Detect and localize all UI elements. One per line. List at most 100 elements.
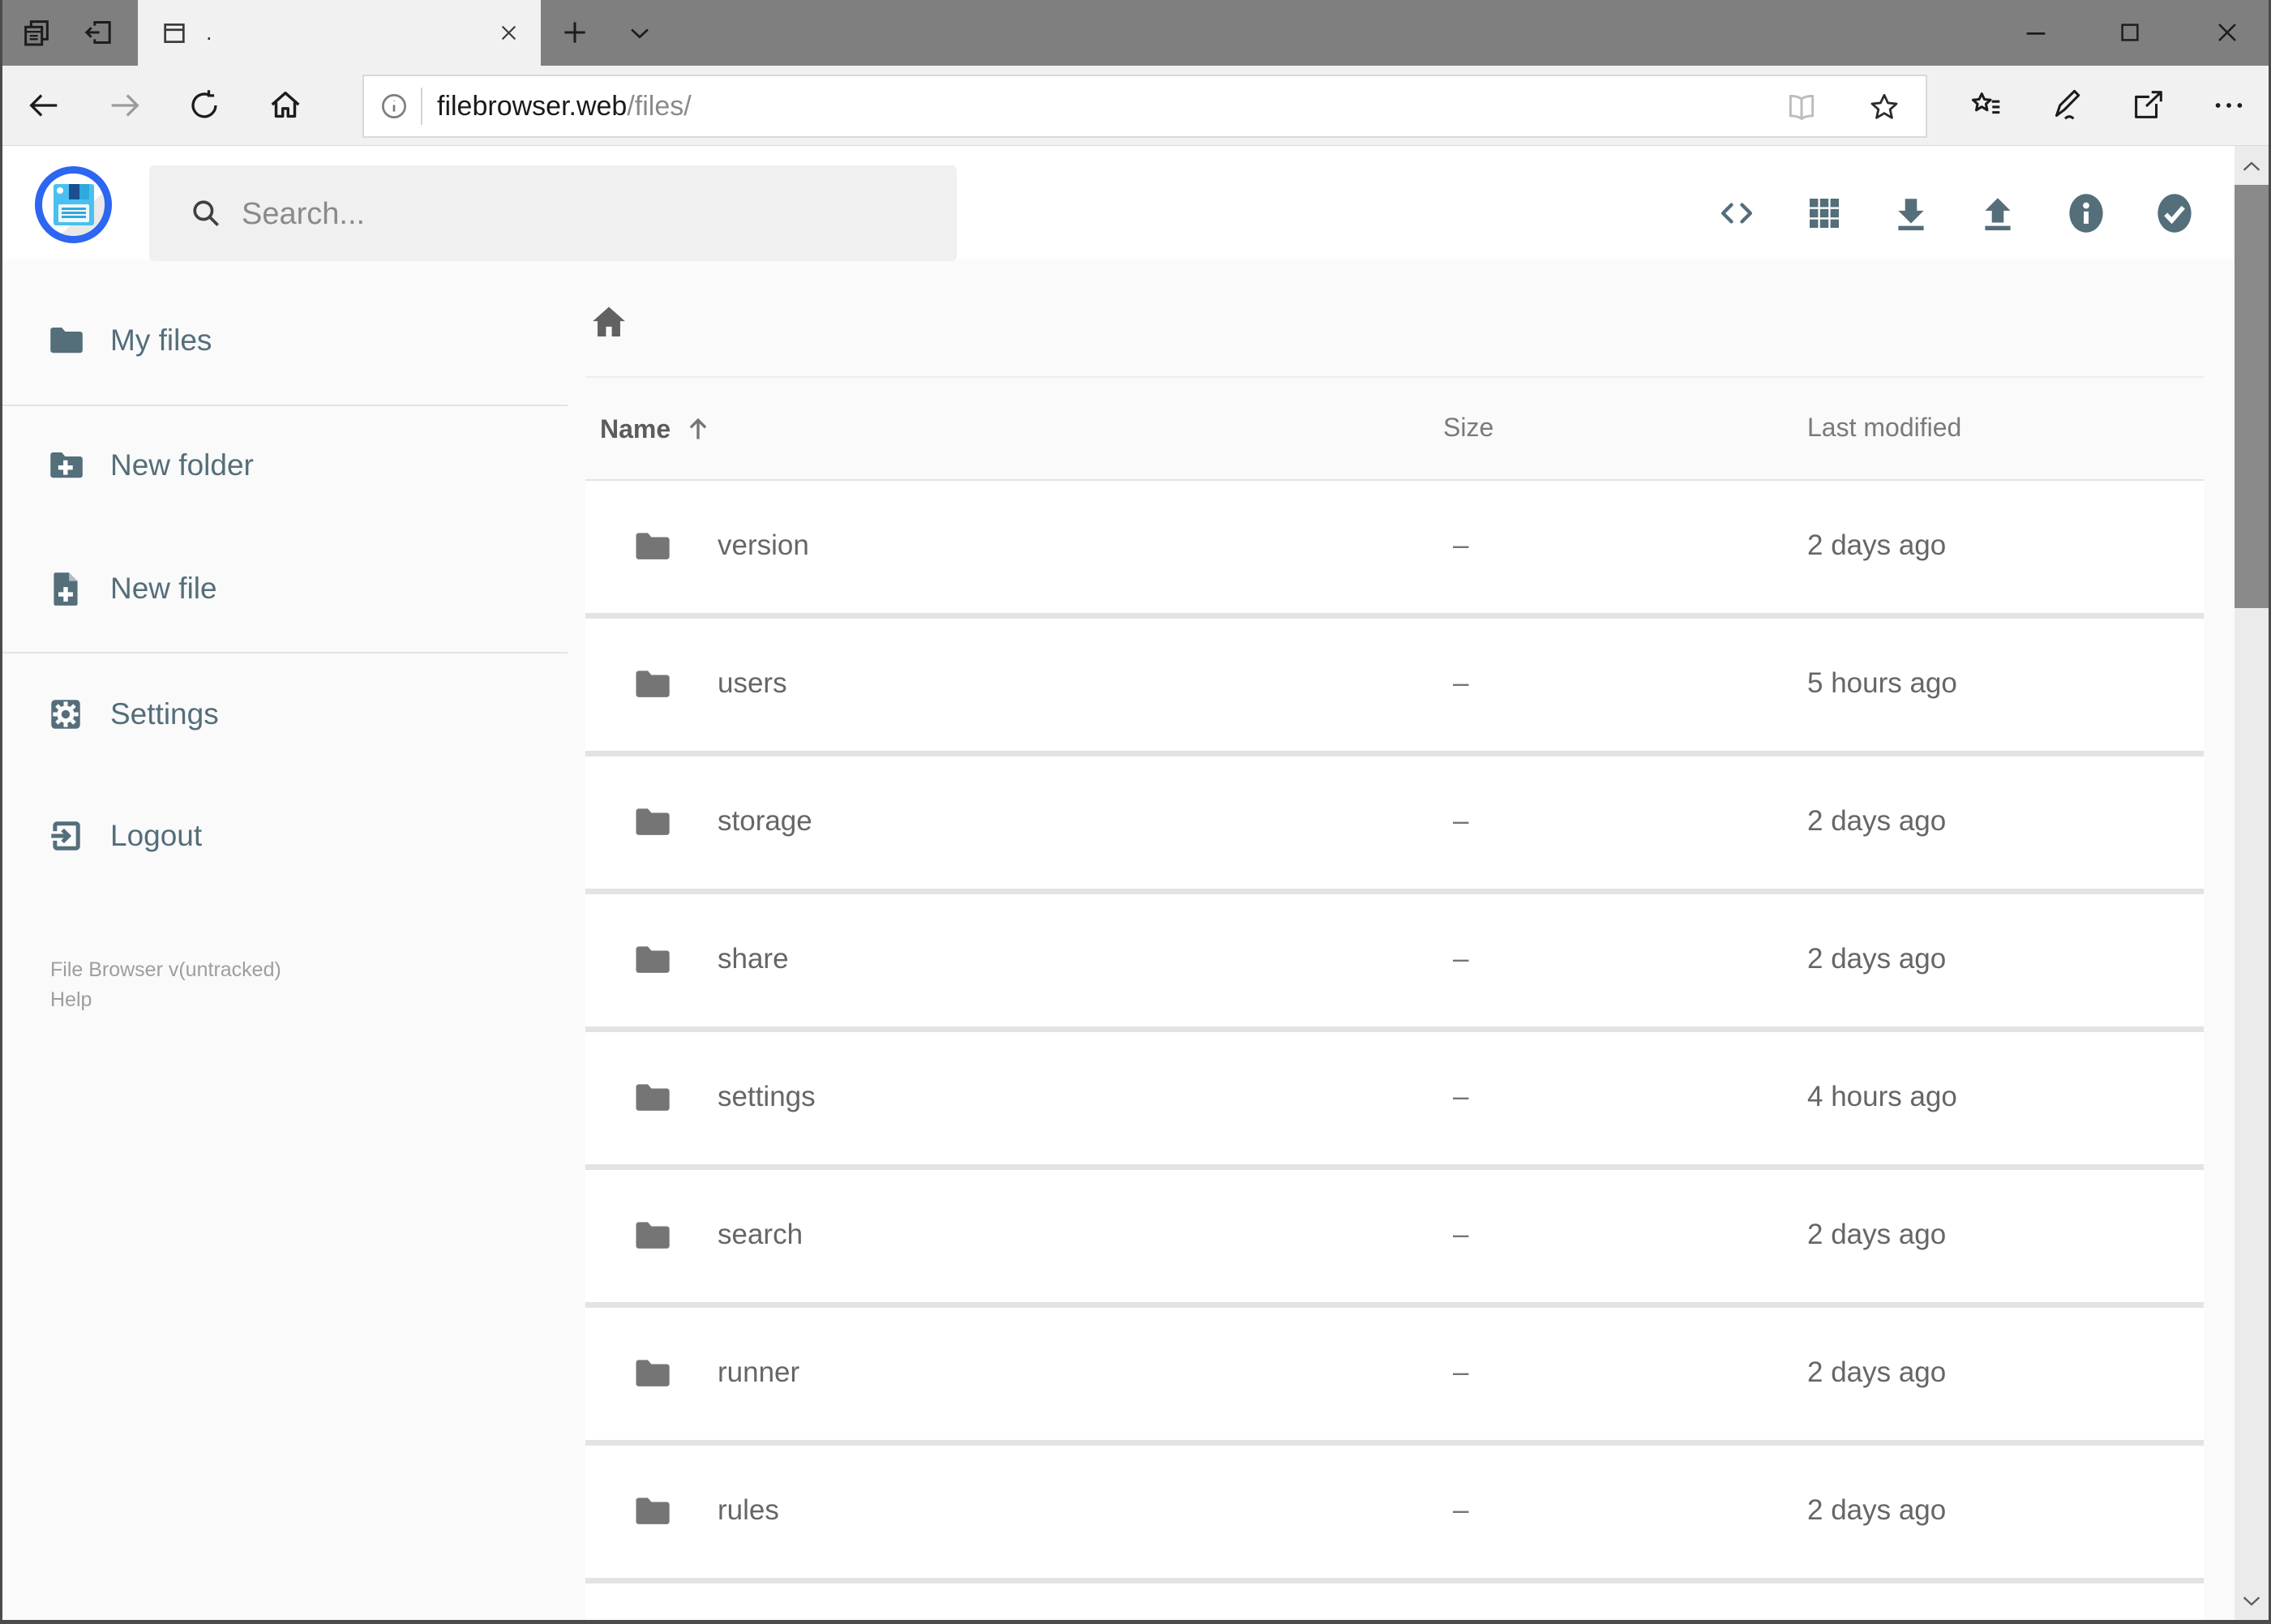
- file-row[interactable]: version – 2 days ago: [585, 481, 2204, 613]
- sidebar-item-new-file[interactable]: New file: [0, 540, 568, 637]
- scrollbar-up-button[interactable]: [2235, 146, 2269, 188]
- set-tabs-aside-icon: [82, 16, 114, 49]
- file-row[interactable]: share – 2 days ago: [585, 894, 2204, 1026]
- breadcrumb-home[interactable]: [585, 298, 633, 346]
- tab-preview-button[interactable]: [14, 10, 59, 55]
- file-size: –: [1453, 805, 1469, 837]
- url-text: filebrowser.web/files/: [437, 91, 692, 122]
- file-size: –: [1453, 1494, 1469, 1526]
- settings-icon: [45, 694, 86, 735]
- minimize-icon: [2024, 20, 2048, 45]
- listing-divider: [586, 376, 2204, 378]
- home-button[interactable]: [259, 79, 311, 131]
- file-row[interactable]: search – 2 days ago: [585, 1170, 2204, 1302]
- url-path: /files/: [627, 90, 692, 122]
- sidebar-item-logout[interactable]: Logout: [0, 787, 568, 885]
- help-link[interactable]: Help: [50, 985, 281, 1015]
- forward-button[interactable]: [99, 79, 151, 131]
- file-name: version: [718, 529, 809, 561]
- download-button[interactable]: [1882, 184, 1940, 242]
- info-icon[interactable]: [379, 91, 409, 122]
- file-name: rules: [718, 1494, 779, 1526]
- address-bar[interactable]: filebrowser.web/files/: [362, 75, 1927, 138]
- sidebar-item-my-files[interactable]: My files: [0, 292, 568, 389]
- sidebar-item-new-folder[interactable]: New folder: [0, 417, 568, 514]
- web-note-button[interactable]: [2040, 79, 2092, 131]
- select-multiple-button[interactable]: [2145, 184, 2204, 242]
- file-modified: 2 days ago: [1807, 529, 1947, 561]
- file-name: runner: [718, 1356, 800, 1388]
- new-tab-button[interactable]: [552, 10, 598, 55]
- refresh-button[interactable]: [178, 79, 230, 131]
- file-row[interactable]: storage – 2 days ago: [585, 756, 2204, 889]
- file-row[interactable]: rules – 2 days ago: [585, 1446, 2204, 1578]
- tab-list-button[interactable]: [617, 10, 662, 55]
- share-button[interactable]: [2122, 79, 2174, 131]
- file-name: storage: [718, 805, 812, 837]
- file-modified: 2 days ago: [1807, 1494, 1947, 1526]
- floppy-disk-icon: [54, 184, 94, 225]
- filebrowser-logo[interactable]: [35, 166, 112, 243]
- sidebar-item-label: My files: [110, 324, 212, 357]
- back-button[interactable]: [18, 79, 70, 131]
- hub-button[interactable]: [1960, 79, 2012, 131]
- column-header-name[interactable]: Name: [600, 413, 714, 445]
- file-size: –: [1453, 529, 1469, 561]
- hub-icon: [1968, 87, 2005, 124]
- file-modified: 4 hours ago: [1807, 1081, 1957, 1112]
- file-size: –: [1453, 667, 1469, 699]
- more-button[interactable]: [2203, 79, 2255, 131]
- file-name: settings: [718, 1081, 816, 1112]
- check-circle-icon: [2153, 191, 2196, 236]
- file-name: share: [718, 943, 789, 975]
- file-row[interactable]: settings – 4 hours ago: [585, 1032, 2204, 1164]
- file-row[interactable]: users – 5 hours ago: [585, 619, 2204, 751]
- page-icon: [161, 19, 188, 47]
- reading-view-icon[interactable]: [1785, 90, 1819, 124]
- tab-preview-icon: [20, 16, 53, 49]
- minimize-button[interactable]: [2010, 6, 2062, 58]
- folder-icon: [631, 663, 673, 705]
- tab-list-icon: [626, 19, 653, 46]
- logout-icon: [45, 816, 86, 856]
- address-divider: [421, 88, 422, 125]
- file-modified: 2 days ago: [1807, 1219, 1947, 1250]
- scrollbar-thumb[interactable]: [2235, 185, 2269, 608]
- raw-editor-button[interactable]: [1708, 184, 1766, 242]
- file-row[interactable]: runner – 2 days ago: [585, 1308, 2204, 1440]
- folder-icon: [631, 1490, 673, 1532]
- sidebar-item-label: Settings: [110, 697, 219, 731]
- grid-view-button[interactable]: [1795, 184, 1853, 242]
- share-icon: [2129, 87, 2166, 124]
- sidebar-item-label: Logout: [110, 819, 203, 852]
- search-box[interactable]: [149, 165, 957, 263]
- sidebar-item-label: New file: [110, 572, 217, 605]
- breadcrumb-home-icon: [587, 300, 631, 344]
- refresh-icon: [186, 88, 222, 123]
- grid-view-icon: [1805, 194, 1844, 233]
- web-note-icon: [2047, 87, 2085, 124]
- code-icon: [1716, 192, 1758, 234]
- maximize-button[interactable]: [2104, 6, 2156, 58]
- set-tabs-aside-button[interactable]: [75, 10, 121, 55]
- sidebar-item-settings[interactable]: Settings: [0, 666, 568, 763]
- favorite-star-icon[interactable]: [1867, 90, 1901, 124]
- upload-button[interactable]: [1969, 184, 2027, 242]
- file-size: –: [1453, 943, 1469, 975]
- close-icon[interactable]: [498, 22, 520, 44]
- search-input[interactable]: [240, 165, 932, 263]
- close-icon: [2214, 19, 2240, 45]
- column-header-modified[interactable]: Last modified: [1807, 413, 1961, 443]
- file-name: search: [718, 1219, 803, 1250]
- file-modified: 2 days ago: [1807, 943, 1947, 975]
- browser-tab[interactable]: .: [138, 0, 541, 66]
- window-close-button[interactable]: [2201, 6, 2253, 58]
- new-file-icon: [45, 568, 86, 609]
- scrollbar-down-button[interactable]: [2235, 1579, 2269, 1622]
- file-row[interactable]: http – 4 hours ago: [585, 1583, 2204, 1624]
- file-modified: 2 days ago: [1807, 805, 1947, 837]
- info-button[interactable]: [2057, 184, 2115, 242]
- sidebar-item-label: New folder: [110, 448, 254, 482]
- search-icon: [188, 195, 224, 231]
- column-header-size[interactable]: Size: [1443, 413, 1493, 443]
